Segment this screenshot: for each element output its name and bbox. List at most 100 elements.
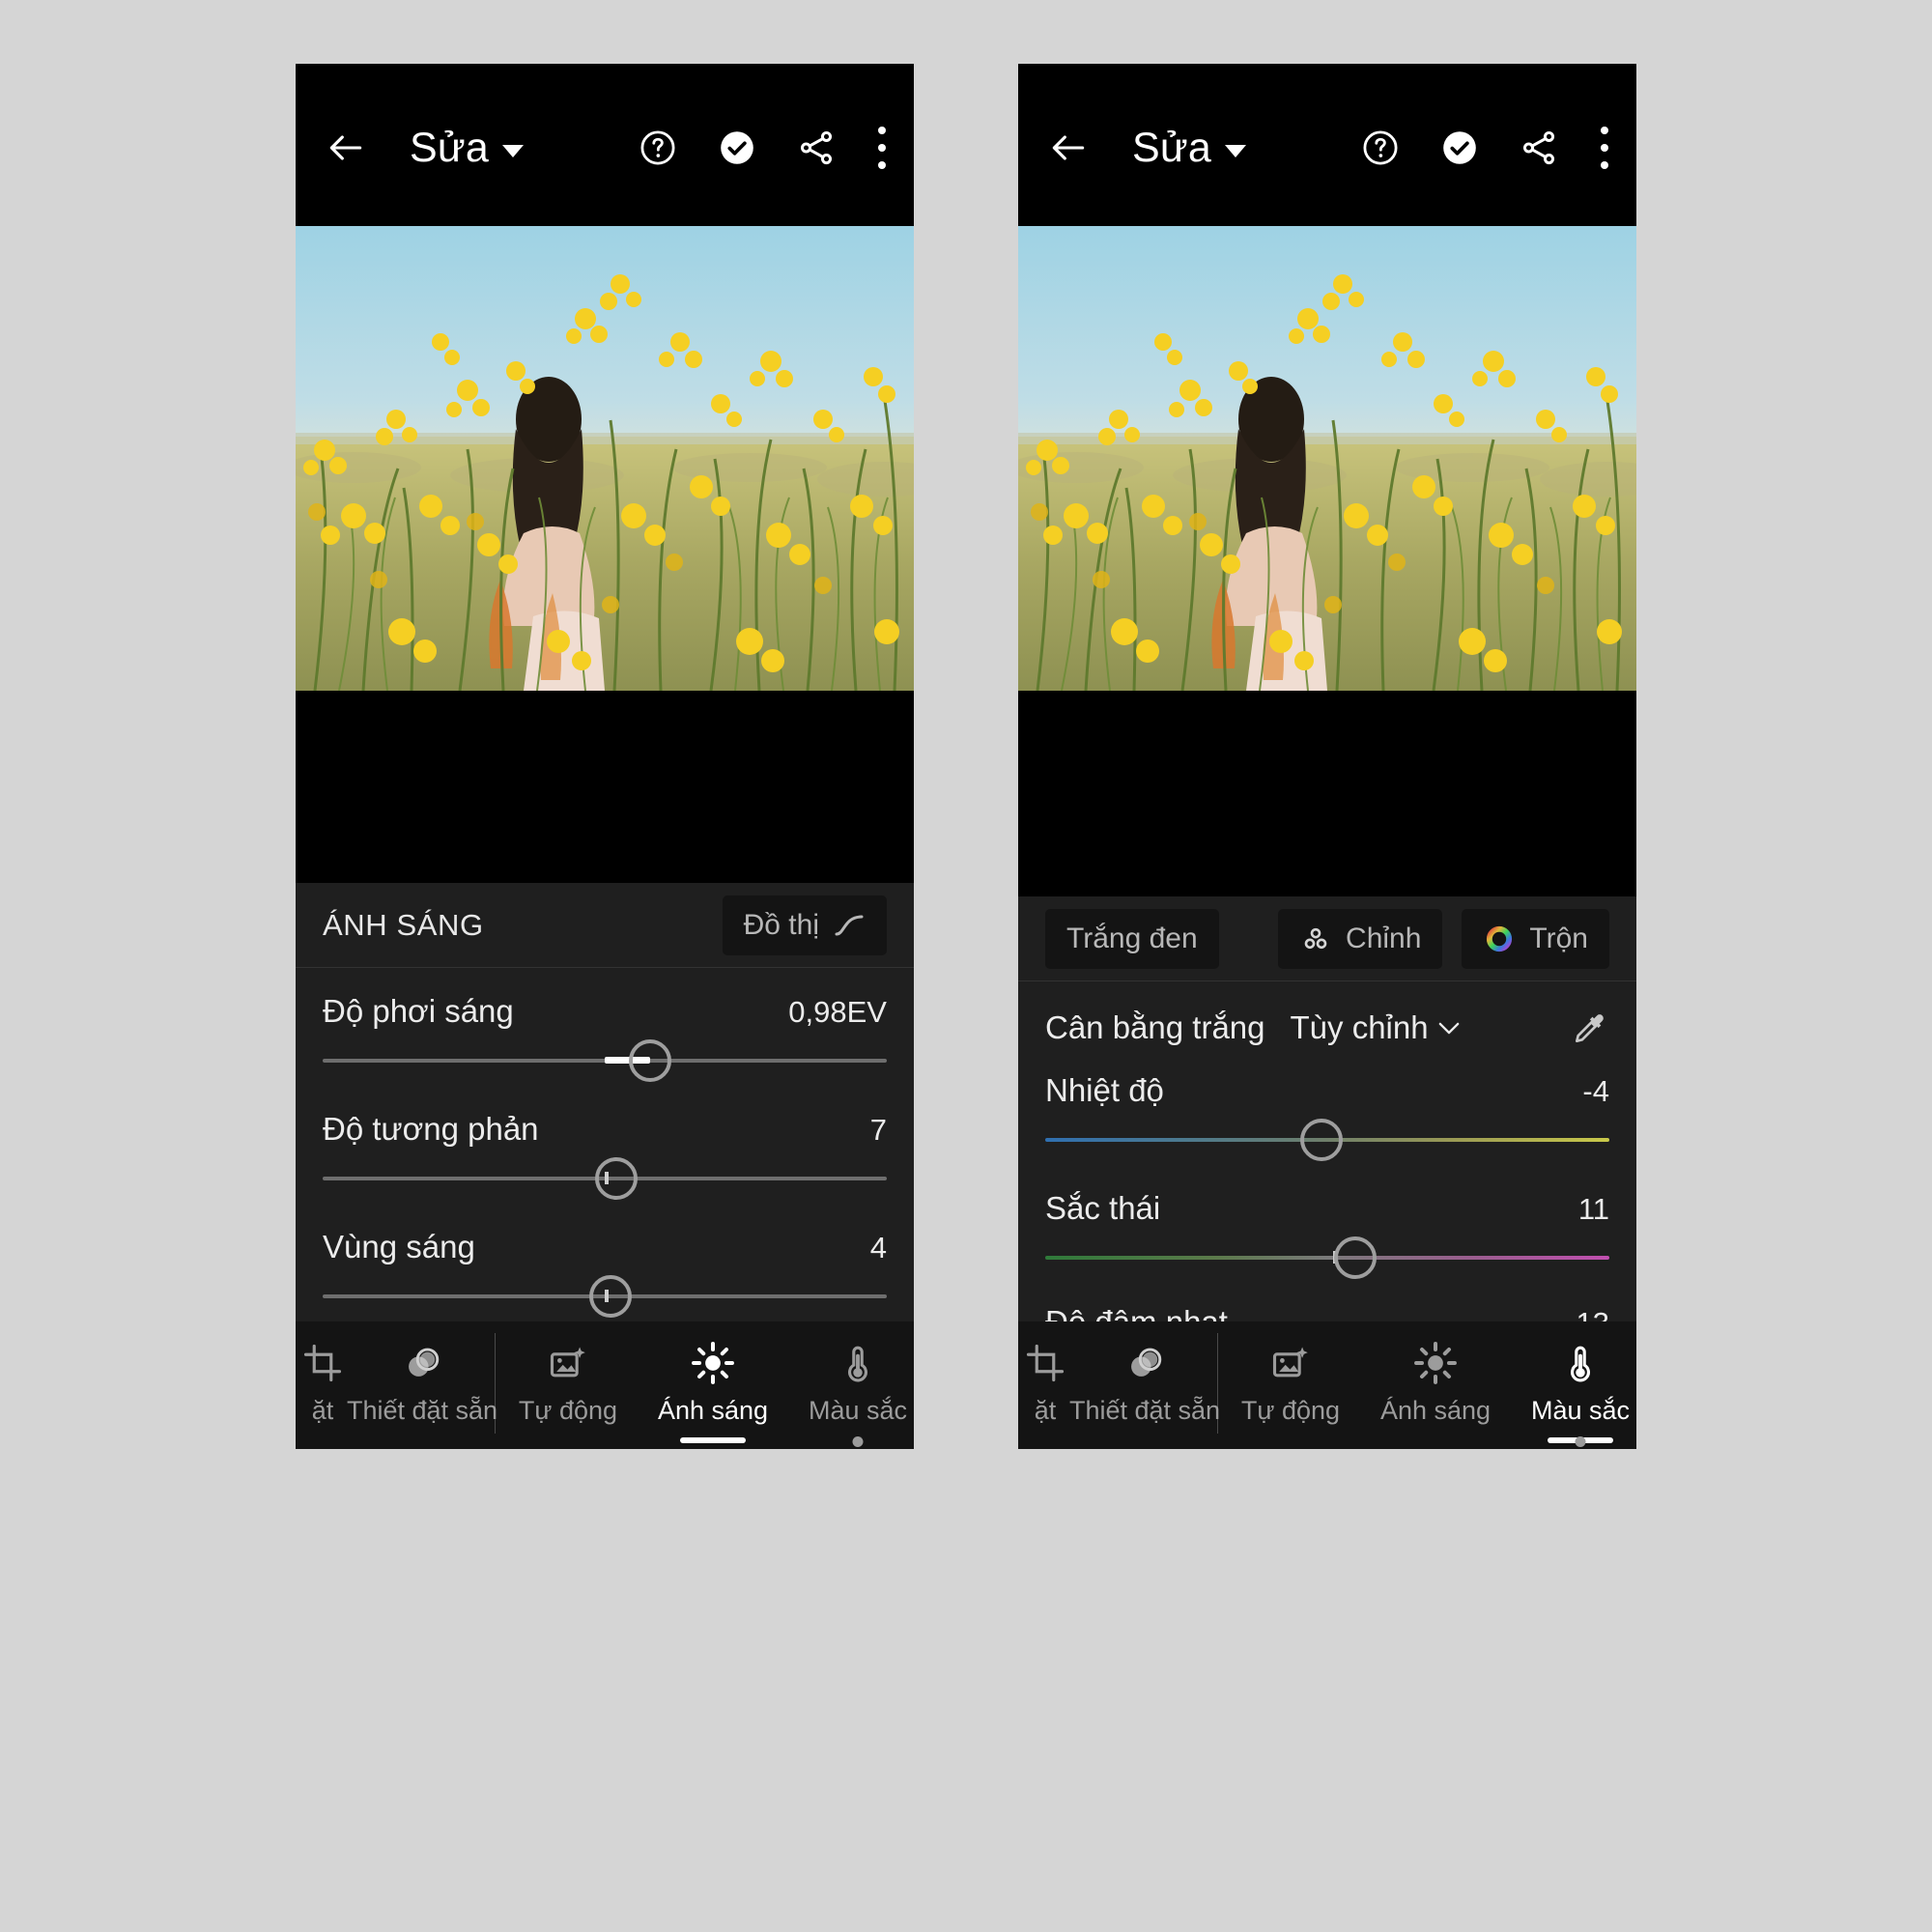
slider-label: Độ tương phản (323, 1111, 539, 1147)
mix-label: Trộn (1529, 922, 1588, 954)
crop-icon (302, 1337, 343, 1389)
adjust-button[interactable]: Chỉnh (1278, 908, 1443, 969)
slider-knob[interactable] (1334, 1236, 1378, 1279)
graph-button-label: Đồ thị (743, 908, 819, 941)
slider-value: 7 (869, 1113, 887, 1147)
slider-row[interactable]: Vùng sáng 4 (323, 1204, 887, 1321)
edit-panel-light: ÁNH SÁNG Đồ thị Độ phơi sáng 0,98EV Độ t… (296, 883, 914, 1321)
sidebar-item-presets[interactable]: Thiết đặt sẵn (1069, 1321, 1220, 1449)
slider-row[interactable]: Độ phơi sáng 0,98EV (323, 968, 887, 1086)
chevron-down-icon (501, 144, 524, 157)
sidebar-item-auto[interactable]: Tự động (1218, 1321, 1363, 1449)
slider-track-tint (1045, 1256, 1609, 1260)
slider-knob[interactable] (588, 1275, 632, 1318)
photo-preview-left[interactable] (296, 226, 914, 691)
slider-knob[interactable] (628, 1039, 671, 1082)
sidebar-item-crop[interactable]: ặt (296, 1321, 350, 1449)
screenshot-stage: Sửa ÁNH SÁNG Đồ thị Độ phơi sáng 0,98EV … (0, 0, 1932, 1932)
slider-row-clipped[interactable]: Độ đậm nhạt 13 (1045, 1283, 1609, 1321)
black-white-button[interactable]: Trắng đen (1045, 908, 1219, 969)
back-arrow-icon[interactable] (325, 127, 367, 169)
slider-row[interactable]: Độ tương phản 7 (323, 1086, 887, 1204)
help-circle-icon[interactable] (1360, 128, 1401, 168)
thermometer-icon (1559, 1337, 1602, 1389)
thermometer-icon (837, 1337, 879, 1389)
sidebar-item-color[interactable]: Màu sắc (1508, 1321, 1636, 1449)
tab-label: Thiết đặt sẵn (346, 1396, 498, 1425)
phone-screen-left: Sửa ÁNH SÁNG Đồ thị Độ phơi sáng 0,98EV … (296, 64, 914, 1449)
page-title: Sửa (410, 124, 489, 171)
share-icon[interactable] (796, 128, 837, 168)
sidebar-item-light[interactable]: Ánh sáng (640, 1321, 785, 1449)
graph-button[interactable]: Đồ thị (722, 895, 887, 955)
color-mode-group: Chỉnh Trộn (1278, 908, 1609, 969)
slider-value: 4 (869, 1231, 887, 1264)
more-vertical-icon[interactable] (1598, 127, 1611, 169)
tab-dot (1575, 1436, 1586, 1447)
slider-value: 0,98EV (788, 995, 887, 1029)
chevron-down-icon (1438, 1022, 1459, 1034)
tab-label: Ánh sáng (657, 1396, 769, 1425)
edit-title-dropdown[interactable]: Sửa (410, 124, 524, 171)
back-arrow-icon[interactable] (1047, 127, 1090, 169)
white-balance-value: Tùy chỉnh (1290, 1009, 1429, 1045)
slider-row[interactable]: Sắc thái 11 (1045, 1165, 1609, 1283)
slider-track-wrap[interactable] (323, 1271, 887, 1321)
slider-track-wrap[interactable] (323, 1036, 887, 1086)
slider-list-light: Độ phơi sáng 0,98EV Độ tương phản 7 Vùng… (296, 968, 914, 1321)
bottom-tab-bar-left: ặt Thiết đặt sẵn Tự động Ánh sáng Màu sắ… (296, 1321, 914, 1449)
more-vertical-icon[interactable] (875, 127, 889, 169)
sidebar-item-light[interactable]: Ánh sáng (1363, 1321, 1508, 1449)
tab-label: Màu sắc (1530, 1396, 1631, 1425)
white-balance-row[interactable]: Cân bằng trắng Tùy chỉnh (1045, 981, 1609, 1047)
slider-label: Độ đậm nhạt (1045, 1304, 1228, 1321)
bottom-tab-bar-right: ặt Thiết đặt sẵn Tự động Ánh sáng Màu sắ… (1018, 1321, 1636, 1449)
app-bar-right: Sửa (1018, 64, 1636, 226)
check-circle-icon[interactable] (1439, 128, 1480, 168)
slider-knob[interactable] (594, 1157, 638, 1200)
slider-row[interactable]: Nhiệt độ -4 (1045, 1047, 1609, 1165)
sun-icon (1413, 1337, 1458, 1389)
color-wheel-icon (1487, 925, 1513, 952)
tab-underline (680, 1437, 746, 1443)
crop-icon (1025, 1337, 1065, 1389)
panel-header-light: ÁNH SÁNG Đồ thị (296, 883, 914, 968)
sidebar-item-auto[interactable]: Tự động (496, 1321, 640, 1449)
sidebar-item-color[interactable]: Màu sắc (785, 1321, 914, 1449)
auto-magic-icon (547, 1337, 589, 1389)
dot (1601, 161, 1608, 169)
app-bar-actions (1360, 127, 1611, 169)
slider-track-wrap[interactable] (1045, 1115, 1609, 1165)
tab-label: ặt (1034, 1396, 1057, 1425)
phone-screen-right: Sửa Trắng đen Chỉnh Trộn Cân bằng trắng … (1018, 64, 1636, 1449)
presets-icon (401, 1337, 443, 1389)
slider-list-color: Cân bằng trắng Tùy chỉnh Nhiệt độ -4 Sắc… (1018, 981, 1636, 1321)
white-balance-label: Cân bằng trắng (1045, 1009, 1265, 1045)
slider-label: Độ phơi sáng (323, 993, 514, 1029)
dot (878, 144, 886, 152)
panel-header-color: Trắng đen Chỉnh Trộn (1018, 896, 1636, 981)
check-circle-icon[interactable] (717, 128, 757, 168)
sun-icon (691, 1337, 735, 1389)
slider-knob[interactable] (1300, 1119, 1344, 1161)
share-icon[interactable] (1519, 128, 1559, 168)
slider-label: Nhiệt độ (1045, 1072, 1164, 1108)
edit-title-dropdown[interactable]: Sửa (1132, 124, 1246, 171)
slider-track-wrap[interactable] (1045, 1233, 1609, 1283)
eyedropper-icon[interactable] (1571, 1009, 1609, 1047)
help-circle-icon[interactable] (638, 128, 678, 168)
chevron-down-icon (1224, 144, 1246, 157)
mix-button[interactable]: Trộn (1462, 908, 1609, 969)
slider-track-wrap[interactable] (323, 1153, 887, 1204)
photo-preview-right[interactable] (1018, 226, 1636, 691)
slider-value: -4 (1582, 1074, 1609, 1108)
photo-letterbox-right (1018, 691, 1636, 896)
three-circles-icon (1304, 927, 1327, 949)
photo-canola-field (296, 226, 914, 691)
white-balance-select[interactable]: Tùy chỉnh (1291, 1009, 1460, 1046)
section-title: ÁNH SÁNG (323, 907, 484, 942)
page-title: Sửa (1132, 124, 1211, 171)
sidebar-item-crop[interactable]: ặt (1018, 1321, 1072, 1449)
photo-canola-field (1018, 226, 1636, 691)
sidebar-item-presets[interactable]: Thiết đặt sẵn (346, 1321, 498, 1449)
